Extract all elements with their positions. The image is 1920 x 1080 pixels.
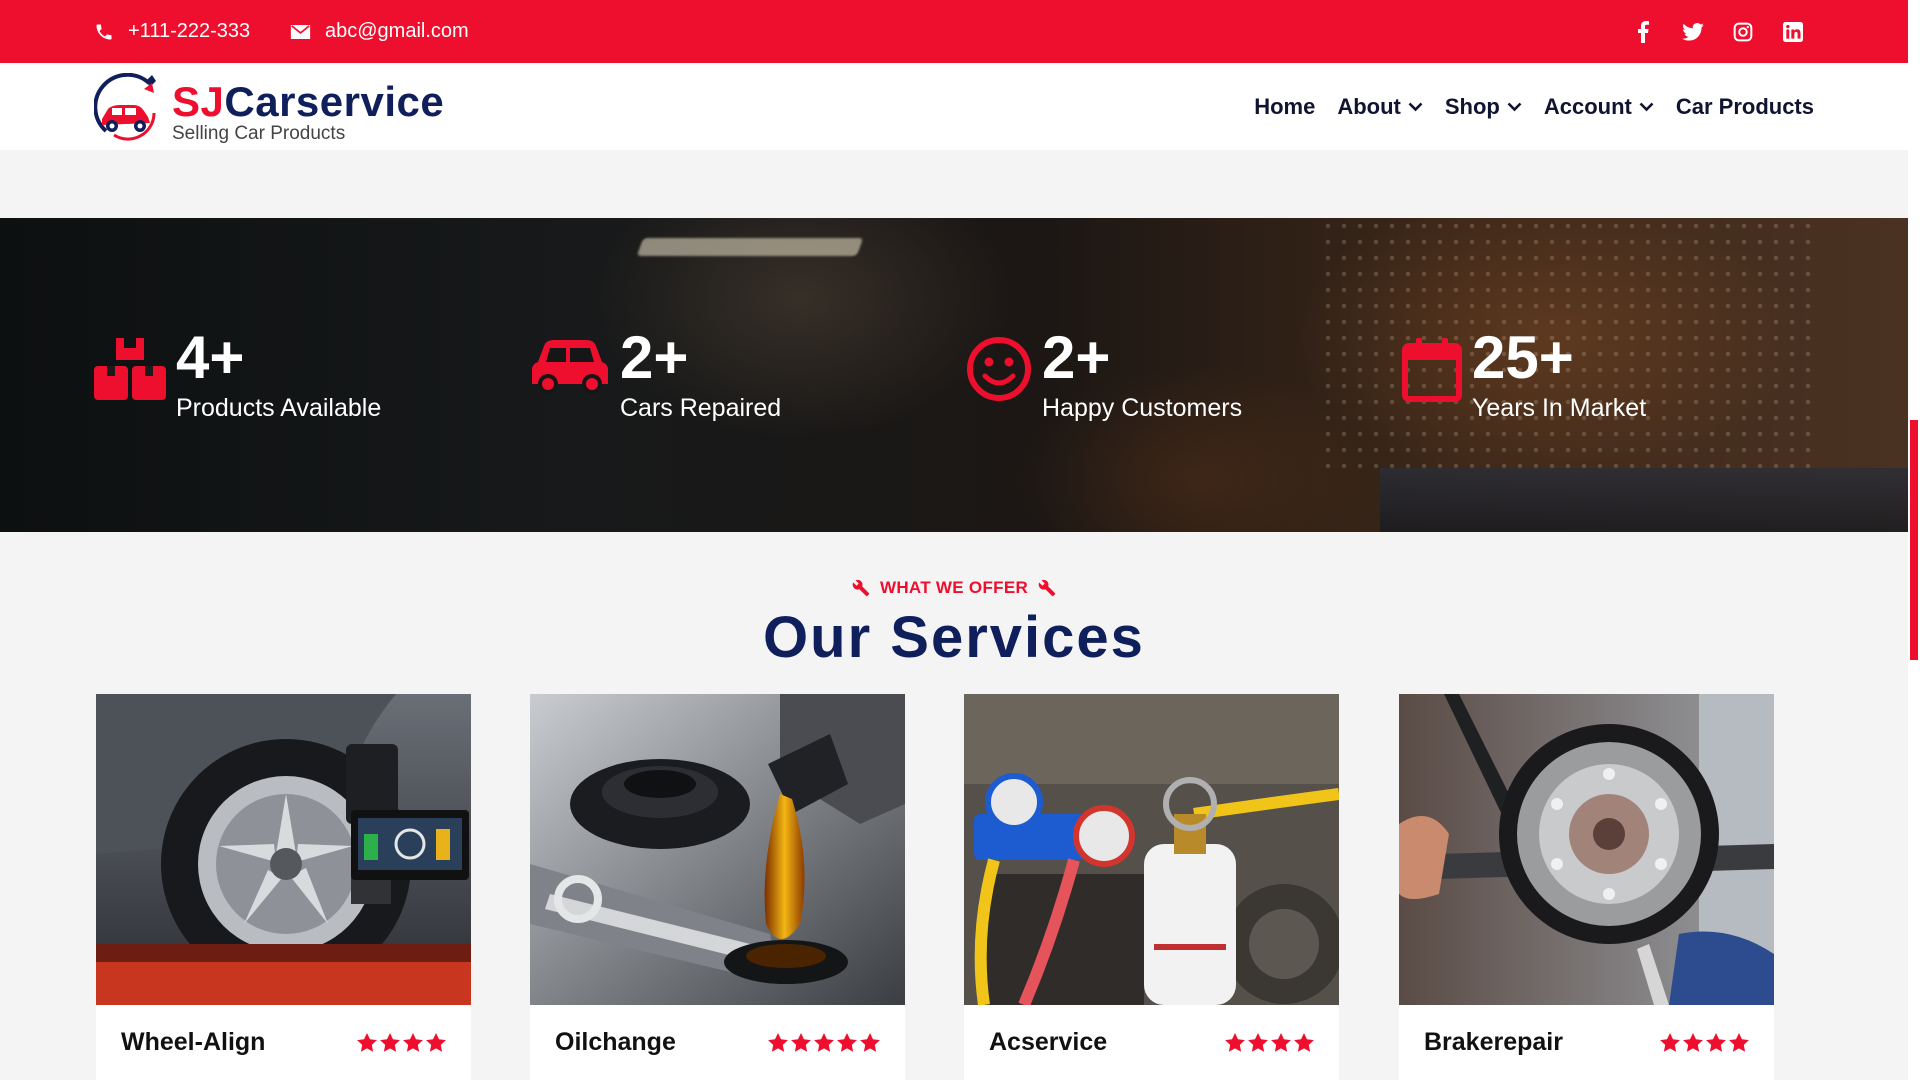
nav-shop-label: Shop: [1444, 93, 1500, 119]
star-icon: [860, 1033, 880, 1052]
service-caption: Oilchange: [530, 1005, 905, 1080]
nav-home-label: Home: [1254, 93, 1316, 119]
stat-products-value: 4+: [176, 324, 245, 391]
site-logo[interactable]: SJCarservice Selling Car Products: [94, 73, 444, 145]
chevron-down-icon: [1639, 102, 1654, 111]
stat-years-label: Years In Market: [1472, 394, 1647, 422]
rating-stars: [1660, 1033, 1749, 1052]
brand-name: SJCarservice: [172, 81, 444, 123]
star-icon: [357, 1033, 377, 1052]
stat-years: 25+ Years In Market: [1402, 328, 1646, 423]
page: +111-222-333 abc@gmail.com SJCarservice …: [0, 0, 1920, 1080]
background-workbench: [1380, 468, 1908, 532]
star-icon: [1683, 1033, 1703, 1052]
star-icon: [837, 1033, 857, 1052]
linkedin-icon[interactable]: [1782, 21, 1804, 43]
smiley-icon: [967, 337, 1031, 401]
car-logo-icon: [94, 73, 156, 141]
service-caption: Acservice: [964, 1005, 1339, 1080]
social-links: [1632, 0, 1804, 63]
rating-stars: [1225, 1033, 1314, 1052]
page-scrollbar[interactable]: [1908, 0, 1920, 1080]
brand-text: SJCarservice Selling Car Products: [172, 81, 444, 145]
brand-tagline: Selling Car Products: [172, 123, 346, 144]
star-icon: [1248, 1033, 1268, 1052]
services-title: Our Services: [763, 605, 1145, 670]
stat-years-value: 25+: [1472, 324, 1574, 391]
envelope-icon: [290, 24, 311, 39]
nav-account-label: Account: [1543, 93, 1632, 119]
rating-stars: [768, 1033, 880, 1052]
star-icon: [791, 1033, 811, 1052]
email-address: abc@gmail.com: [325, 20, 469, 42]
stat-cars: 2+ Cars Repaired: [530, 328, 781, 423]
stats-band: 4+ Products Available 2+ Cars Repaired 2…: [0, 218, 1908, 532]
star-icon: [1729, 1033, 1749, 1052]
star-icon: [768, 1033, 788, 1052]
nav-car-products[interactable]: Car Products: [1676, 94, 1814, 120]
service-name: Brakerepair: [1424, 1028, 1563, 1056]
stat-products-label: Products Available: [176, 394, 382, 422]
star-icon: [403, 1033, 423, 1052]
nav-home[interactable]: Home: [1254, 94, 1315, 120]
service-card-acservice[interactable]: Acservice: [964, 694, 1339, 1080]
nav-menu: Home About Shop Account Car Products: [1254, 63, 1814, 150]
stat-customers-value: 2+: [1042, 324, 1111, 391]
nav-account[interactable]: Account: [1544, 94, 1654, 120]
chevron-down-icon: [1408, 102, 1423, 111]
service-card-brakerepair[interactable]: Brakerepair: [1399, 694, 1774, 1080]
chevron-down-icon: [1507, 102, 1522, 111]
phone-icon: [96, 24, 112, 39]
service-name: Wheel-Align: [121, 1028, 266, 1056]
top-contact-bar: +111-222-333 abc@gmail.com: [0, 0, 1908, 63]
boxes-icon: [94, 338, 166, 400]
background-workshop-light: [636, 238, 864, 256]
main-navbar: SJCarservice Selling Car Products Home A…: [0, 63, 1908, 150]
stat-customers: 2+ Happy Customers: [966, 328, 1242, 423]
stat-products: 4+ Products Available: [94, 328, 381, 423]
brakerepair-image: [1399, 694, 1774, 1005]
service-name: Acservice: [989, 1028, 1108, 1056]
star-icon: [1294, 1033, 1314, 1052]
nav-shop[interactable]: Shop: [1445, 94, 1522, 120]
nav-about-label: About: [1337, 93, 1401, 119]
wheel-align-image: [96, 694, 471, 1005]
car-icon: [532, 340, 608, 394]
twitter-icon[interactable]: [1682, 21, 1704, 43]
star-icon: [380, 1033, 400, 1052]
wrench-icon: [852, 579, 870, 597]
service-caption: Brakerepair: [1399, 1005, 1774, 1080]
star-icon: [426, 1033, 446, 1052]
calendar-icon: [1402, 338, 1462, 402]
star-icon: [814, 1033, 834, 1052]
nav-about[interactable]: About: [1337, 94, 1423, 120]
star-icon: [1660, 1033, 1680, 1052]
service-card-oilchange[interactable]: Oilchange: [530, 694, 905, 1080]
rating-stars: [357, 1033, 446, 1052]
brand-name-carservice: Carservice: [224, 78, 445, 125]
stat-cars-value: 2+: [620, 324, 689, 391]
oilchange-image: [530, 694, 905, 1005]
phone-number: +111-222-333: [128, 20, 251, 42]
nav-car-products-label: Car Products: [1675, 93, 1814, 119]
star-icon: [1706, 1033, 1726, 1052]
service-card-wheel-align[interactable]: Wheel-Align: [96, 694, 471, 1080]
star-icon: [1225, 1033, 1245, 1052]
acservice-image: [964, 694, 1339, 1005]
service-caption: Wheel-Align: [96, 1005, 471, 1080]
wrench-icon: [1038, 579, 1056, 597]
instagram-icon[interactable]: [1732, 21, 1754, 43]
stat-customers-label: Happy Customers: [1042, 394, 1243, 422]
stat-cars-label: Cars Repaired: [620, 394, 782, 422]
brand-name-sj: SJ: [172, 78, 225, 125]
facebook-icon[interactable]: [1632, 20, 1654, 43]
phone-contact[interactable]: +111-222-333: [94, 0, 250, 63]
services-header: WHAT WE OFFER Our Services: [0, 578, 1908, 671]
star-icon: [1271, 1033, 1291, 1052]
scrollbar-thumb[interactable]: [1910, 420, 1918, 660]
email-contact[interactable]: abc@gmail.com: [290, 0, 469, 63]
services-subtitle: WHAT WE OFFER: [852, 578, 1056, 598]
service-name: Oilchange: [555, 1028, 676, 1056]
services-subtitle-text: WHAT WE OFFER: [879, 578, 1029, 597]
